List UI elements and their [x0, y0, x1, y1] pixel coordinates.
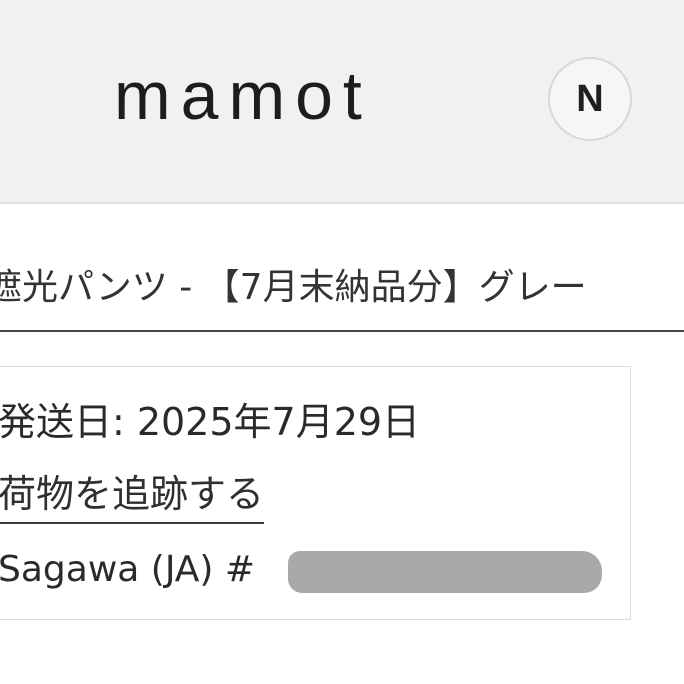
- redacted-tracking-number: [288, 551, 602, 593]
- product-link-underline: [0, 330, 684, 332]
- product-name-link[interactable]: 遮光パンツ - 【7月末納品分】グレー: [0, 266, 684, 309]
- brand-logo[interactable]: mamot: [114, 62, 372, 130]
- account-avatar-button[interactable]: N: [548, 57, 632, 141]
- ship-date-value: 2025年7月29日: [136, 400, 421, 444]
- track-package-link[interactable]: 荷物を追跡する: [0, 472, 265, 524]
- site-header: mamot N: [0, 0, 684, 204]
- carrier-tracking-info: Sagawa (JA) #: [0, 549, 256, 590]
- ship-date: 発送日: 2025年7月29日: [0, 400, 420, 446]
- ship-date-label: 発送日:: [0, 400, 125, 444]
